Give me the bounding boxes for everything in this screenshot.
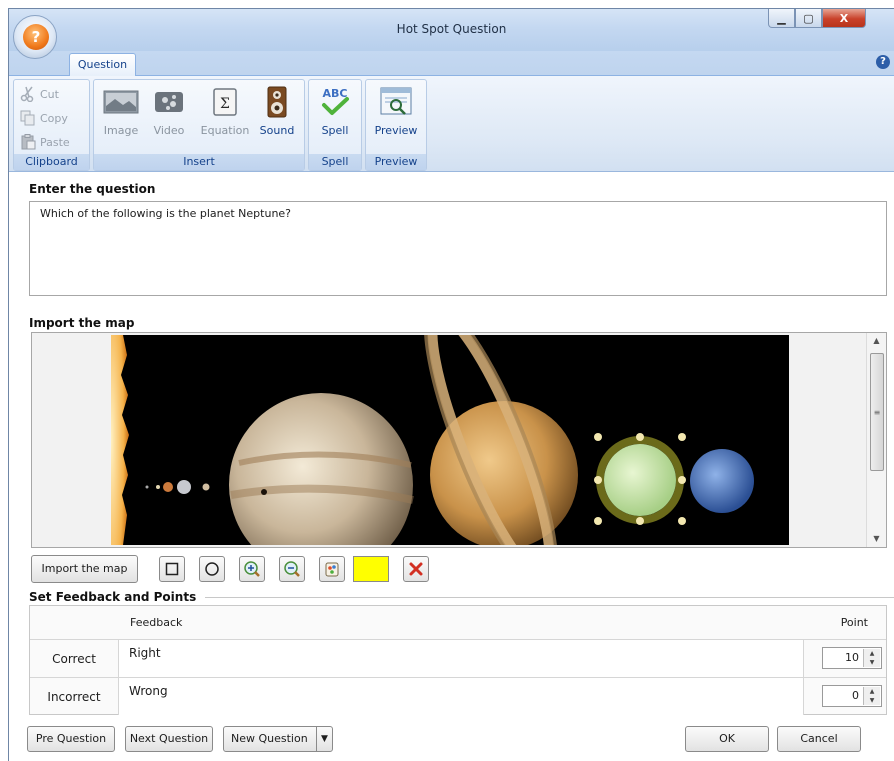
circle-tool-icon[interactable] — [199, 556, 225, 582]
scroll-up-icon[interactable]: ▲ — [867, 333, 886, 349]
delete-icon[interactable] — [403, 556, 429, 582]
copy-icon — [20, 110, 35, 126]
feedback-column-header: Feedback — [130, 616, 183, 629]
point-value-correct: 10 — [845, 651, 859, 664]
zoom-out-icon[interactable] — [279, 556, 305, 582]
app-logo: ? — [23, 24, 49, 50]
ok-button[interactable]: OK — [685, 726, 769, 752]
window-title: Hot Spot Question — [396, 22, 507, 36]
image-button[interactable]: Image — [98, 84, 144, 137]
row-label-incorrect: Incorrect — [47, 690, 101, 704]
spell-button[interactable]: ABC Spell — [312, 84, 358, 137]
feedback-input-correct[interactable]: Right — [118, 640, 804, 677]
scroll-thumb[interactable]: ≡ — [870, 353, 884, 471]
preview-icon — [380, 87, 412, 115]
color-swatch[interactable] — [353, 556, 389, 582]
video-label: Video — [153, 124, 185, 137]
svg-text:ABC: ABC — [323, 87, 348, 100]
zoom-in-icon[interactable] — [239, 556, 265, 582]
cut-button[interactable]: Cut — [20, 84, 59, 104]
group-label-insert: Insert — [94, 154, 304, 170]
close-icon[interactable]: X — [822, 9, 866, 28]
new-question-label: New Question — [231, 732, 308, 745]
image-icon — [103, 90, 139, 114]
cancel-label: Cancel — [800, 732, 838, 745]
question-input[interactable]: Which of the following is the planet Nep… — [29, 201, 887, 296]
sound-label: Sound — [259, 124, 295, 137]
map-scrollbar[interactable]: ▲ ≡ ▼ — [866, 333, 886, 547]
ribbon-group-clipboard: Cut Copy Paste Clipboard — [13, 79, 90, 171]
help-icon[interactable]: ? — [876, 55, 890, 69]
title-bar: Hot Spot Question ▁ ▢ X — [9, 9, 894, 51]
scissors-icon — [20, 86, 34, 102]
feedback-input-incorrect[interactable]: Wrong — [118, 678, 804, 715]
preview-label: Preview — [374, 124, 418, 137]
import-map-button[interactable]: Import the map — [31, 555, 138, 583]
map-section-title: Import the map — [29, 316, 135, 330]
paste-label: Paste — [40, 135, 70, 149]
tab-question[interactable]: Question — [69, 53, 136, 77]
rectangle-tool-icon[interactable] — [159, 556, 185, 582]
paste-icon — [21, 134, 36, 150]
copy-button[interactable]: Copy — [20, 108, 68, 128]
ribbon: Cut Copy Paste Clipboard Image Video Σ E… — [9, 76, 894, 172]
minimize-icon[interactable]: ▁ — [768, 9, 795, 28]
svg-text:Σ: Σ — [220, 96, 230, 112]
map-toolbar: Import the map — [31, 554, 887, 586]
ribbon-group-spell: ABC Spell Spell — [308, 79, 362, 171]
video-icon — [155, 92, 183, 112]
sound-button[interactable]: Sound — [254, 84, 300, 137]
pre-question-label: Pre Question — [35, 732, 107, 745]
point-spinner-incorrect[interactable]: 0 ▲ ▼ — [822, 685, 882, 707]
solar-system-planets-image[interactable] — [111, 335, 789, 545]
preview-button[interactable]: Preview — [373, 84, 419, 137]
ok-label: OK — [719, 732, 735, 745]
chevron-down-icon[interactable]: ▼ — [316, 727, 332, 751]
feedback-section-title: Set Feedback and Points — [29, 590, 197, 604]
table-row: Correct Right 10 ▲ ▼ — [30, 640, 886, 678]
spinner-arrows-icon[interactable]: ▲ ▼ — [863, 649, 880, 667]
equation-icon: Σ — [213, 88, 237, 116]
section-divider — [205, 597, 894, 598]
next-question-button[interactable]: Next Question — [125, 726, 213, 752]
copy-label: Copy — [40, 111, 68, 125]
feedback-table: Feedback Point Correct Right 10 ▲ ▼ Incor… — [29, 605, 887, 715]
cut-label: Cut — [40, 87, 59, 101]
table-row: Incorrect Wrong 0 ▲ ▼ — [30, 678, 886, 716]
group-label-clipboard: Clipboard — [14, 154, 89, 170]
point-column-header: Point — [840, 616, 868, 629]
question-section-title: Enter the question — [29, 182, 156, 196]
new-question-button[interactable]: New Question ▼ — [223, 726, 333, 752]
map-canvas[interactable]: ▲ ≡ ▼ — [31, 332, 887, 548]
paste-button[interactable]: Paste — [20, 132, 70, 152]
next-question-label: Next Question — [129, 732, 209, 745]
paint-icon[interactable] — [319, 556, 345, 582]
point-spinner-correct[interactable]: 10 ▲ ▼ — [822, 647, 882, 669]
hot-spot-question-window: Hot Spot Question ▁ ▢ X ? Question ? Cut… — [8, 8, 894, 761]
group-label-spell: Spell — [309, 154, 361, 170]
scroll-down-icon[interactable]: ▼ — [867, 531, 886, 547]
window-controls: ▁ ▢ X — [768, 9, 866, 28]
spell-check-icon: ABC — [322, 87, 349, 115]
ribbon-tabstrip: Question ? — [9, 51, 894, 77]
feedback-table-header: Feedback Point — [30, 606, 886, 640]
pre-question-button[interactable]: Pre Question — [27, 726, 115, 752]
spinner-arrows-icon[interactable]: ▲ ▼ — [863, 687, 880, 705]
equation-label: Equation — [200, 124, 250, 137]
equation-button[interactable]: Σ Equation — [196, 84, 254, 137]
spell-label: Spell — [321, 124, 349, 137]
row-label-correct: Correct — [52, 652, 96, 666]
app-orb-icon[interactable]: ? — [13, 15, 57, 59]
point-value-incorrect: 0 — [852, 689, 859, 702]
image-label: Image — [103, 124, 139, 137]
maximize-icon[interactable]: ▢ — [795, 9, 822, 28]
sound-icon — [267, 86, 287, 118]
ribbon-group-insert: Image Video Σ Equation Sound Insert — [93, 79, 305, 171]
video-button[interactable]: Video — [146, 84, 192, 137]
group-label-preview: Preview — [366, 154, 426, 170]
cancel-button[interactable]: Cancel — [777, 726, 861, 752]
ribbon-group-preview: Preview Preview — [365, 79, 427, 171]
